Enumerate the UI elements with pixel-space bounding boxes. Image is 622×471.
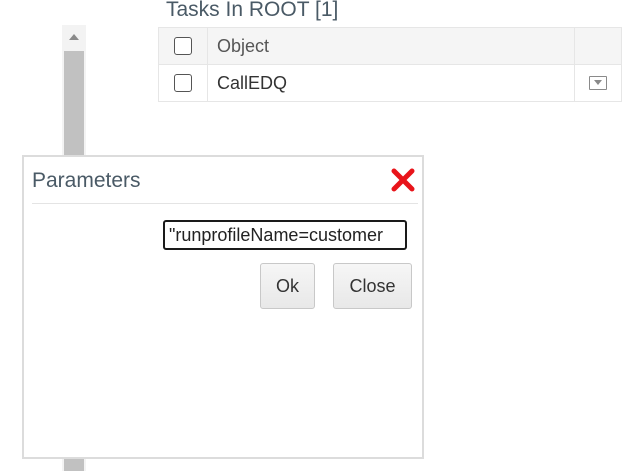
- row-select-cell: [157, 64, 209, 102]
- row-checkbox[interactable]: [174, 74, 193, 92]
- table-row[interactable]: CallEDQ: [157, 64, 622, 102]
- row-actions-cell: [573, 64, 622, 102]
- dialog-divider: [32, 203, 418, 204]
- header-select-all-cell: [157, 27, 209, 65]
- row-object-name: CallEDQ: [207, 64, 575, 102]
- chevron-up-icon: [69, 34, 79, 40]
- tasks-table: Object CallEDQ: [157, 27, 622, 102]
- column-header-actions: [573, 27, 622, 65]
- parameters-input[interactable]: [163, 220, 407, 250]
- dialog-header: Parameters: [24, 157, 422, 203]
- scroll-up-button[interactable]: [62, 25, 86, 49]
- dropdown-menu-icon[interactable]: [588, 76, 607, 90]
- close-button[interactable]: Close: [333, 263, 412, 309]
- parameters-dialog: Parameters Ok Close: [22, 155, 424, 459]
- close-icon[interactable]: [390, 167, 416, 193]
- dialog-title: Parameters: [32, 169, 141, 192]
- table-header-row: Object: [157, 27, 622, 65]
- ok-button[interactable]: Ok: [260, 263, 315, 309]
- select-all-checkbox[interactable]: [174, 37, 193, 55]
- column-header-object: Object: [207, 27, 575, 65]
- tasks-title: Tasks In ROOT [1]: [166, 0, 339, 21]
